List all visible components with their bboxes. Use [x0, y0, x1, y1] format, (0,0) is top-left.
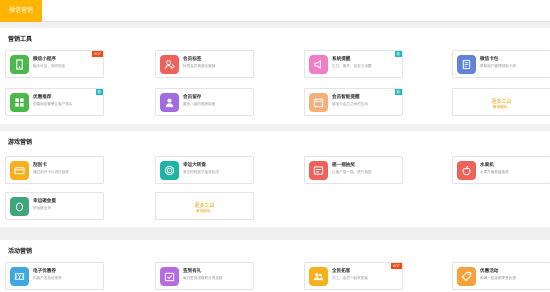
card-badge: 新: [394, 89, 402, 95]
card-desc: 向客户发放优惠券: [33, 276, 62, 280]
card-title: 会员标签: [183, 56, 202, 61]
card-desc: 帮助用户管理领取卡券: [480, 64, 516, 68]
speaker-icon: [309, 55, 328, 74]
card-desc: 最多八级的推荐制度: [183, 102, 216, 106]
more-subtitle: 敬请期待...: [196, 209, 213, 213]
card-title: 微信卡包: [480, 56, 499, 61]
more-tools-card: 更多工具 敬请期待...: [452, 88, 550, 116]
card-desc: 增加与会员之间的互动: [332, 102, 368, 106]
card-desc: 让客户摇一摇，进行抽奖: [332, 170, 372, 174]
tool-card[interactable]: 优惠活动和满一定金额享受优惠: [452, 262, 550, 290]
scratch-card-icon: [10, 161, 29, 180]
card-title: 全民拓客: [332, 268, 351, 273]
egg-icon: [10, 197, 29, 216]
tool-card[interactable]: 会员智能提醒增加与会员之间的互动 新: [304, 88, 403, 116]
tool-card[interactable]: 全民拓客员工、会员一起来拓客 HOT: [304, 262, 403, 290]
section-title: 活动营销: [8, 249, 33, 255]
card-wallet-icon: [457, 55, 476, 74]
tool-card[interactable]: 幸运砸金蛋好运砸出来: [5, 192, 104, 220]
fruit-icon: [457, 161, 476, 180]
card-badge: 新: [394, 51, 402, 57]
card-desc: 通过刮开卡片进行抽奖: [33, 170, 69, 174]
card-desc: 创建商品套餐让客户购买: [33, 102, 73, 106]
people-icon: [309, 267, 328, 286]
card-desc: 员工、会员一起来拓客: [332, 276, 368, 280]
grid-icon: [10, 93, 29, 112]
tool-card[interactable]: 微信小程序触手可及，用完即走 HOT: [5, 50, 104, 78]
card-desc: 常见的转盘式抽奖玩法: [183, 170, 219, 174]
calendar-icon: [309, 93, 328, 112]
card-desc: 触手可及，用完即走: [33, 64, 66, 68]
card-badge: 新: [95, 89, 103, 95]
more-title: 更多工具: [491, 99, 512, 105]
top-tab-bar: 微信营销: [0, 0, 550, 22]
card-desc: 生日、离开、自定义设置: [332, 64, 372, 68]
tool-card[interactable]: 签到有礼每日签到领取积分或奖励: [155, 262, 254, 290]
coupon-icon: [10, 267, 29, 286]
user-retain-icon: [160, 93, 179, 112]
section-title: 营销工具: [8, 37, 33, 43]
card-title: 刮刮卡: [33, 162, 47, 167]
tool-card[interactable]: 刮刮卡通过刮开卡片进行抽奖: [5, 156, 104, 184]
card-title: 幸运砸金蛋: [33, 198, 56, 203]
tab-wechat-marketing[interactable]: 微信营销: [0, 0, 42, 22]
tool-card[interactable]: 摇一摇抽奖让客户摇一摇，进行抽奖: [304, 156, 403, 184]
section-title: 游戏营销: [8, 140, 33, 146]
shake-icon: [309, 161, 328, 180]
card-title: 幸运大转盘: [183, 162, 206, 167]
phone-icon: [10, 55, 29, 74]
card-desc: 水果方格转盘抽奖: [480, 170, 509, 174]
card-title: 会员智能提醒: [332, 94, 360, 99]
card-badge: HOT: [91, 51, 103, 57]
more-title: 更多工具: [194, 203, 215, 209]
user-tag-icon: [160, 55, 179, 74]
card-title: 电子优惠券: [33, 268, 56, 273]
card-title: 签到有礼: [183, 268, 202, 273]
tool-card[interactable]: 水果机水果方格转盘抽奖: [452, 156, 550, 184]
more-subtitle: 敬请期待...: [493, 105, 510, 109]
tool-card[interactable]: 微信卡包帮助用户管理领取卡券: [452, 50, 550, 78]
wheel-icon: [160, 161, 179, 180]
card-desc: 好运砸出来: [33, 206, 51, 210]
card-title: 摇一摇抽奖: [332, 162, 355, 167]
card-desc: 和满一定金额享受优惠: [480, 276, 516, 280]
card-title: 水果机: [480, 162, 494, 167]
card-title: 优惠推荐: [33, 94, 52, 99]
card-title: 优惠活动: [480, 268, 499, 273]
tool-card[interactable]: 幸运大转盘常见的转盘式抽奖玩法: [155, 156, 254, 184]
tool-card[interactable]: 会员标签标签会员精准化营销: [155, 50, 254, 78]
card-title: 会员留存: [183, 94, 202, 99]
tool-card[interactable]: 会员留存最多八级的推荐制度: [155, 88, 254, 116]
tool-card[interactable]: 优惠推荐创建商品套餐让客户购买 新: [5, 88, 104, 116]
card-desc: 每日签到领取积分或奖励: [183, 276, 223, 280]
card-title: 微信小程序: [33, 56, 56, 61]
tool-card[interactable]: 系统提醒生日、离开、自定义设置 新: [304, 50, 403, 78]
tool-card[interactable]: 电子优惠券向客户发放优惠券: [5, 262, 104, 290]
card-title: 系统提醒: [332, 56, 351, 61]
discount-icon: [457, 267, 476, 286]
more-tools-card: 更多工具 敬请期待...: [155, 192, 254, 220]
checkin-icon: [160, 267, 179, 286]
card-desc: 标签会员精准化营销: [183, 64, 216, 68]
card-badge: HOT: [390, 263, 402, 269]
